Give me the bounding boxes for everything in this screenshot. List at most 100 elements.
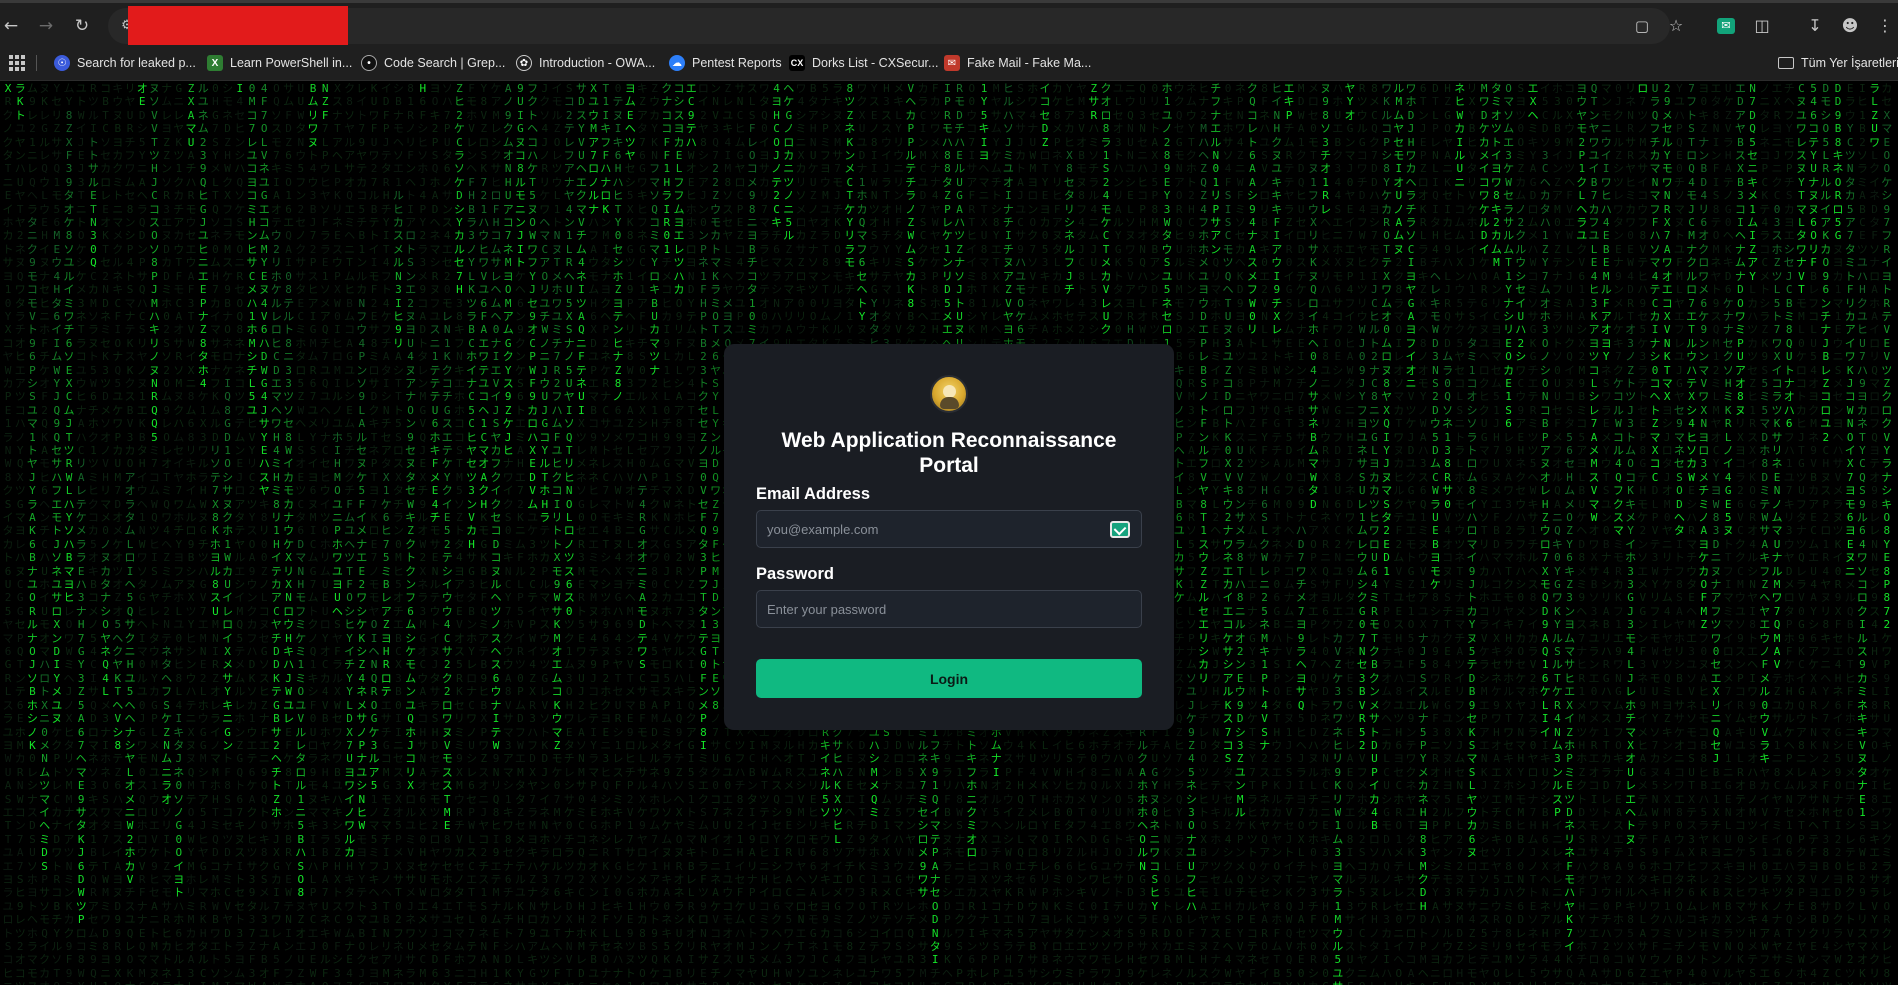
matrix-column: ク 8 ソ ヤ ル ア サ オ Q エ ミ ヘ ニ T ム ヒ B ム コ A … — [344, 82, 356, 985]
matrix-column: ン N V 3 Q 7 2 2 Z ウ モ カ ト マ K ラ ミ O T メ … — [710, 82, 722, 985]
matrix-column: ハ ホ U エ B ク 3 4 4 S エ ニ ホ X モ 6 サ コ ワ O … — [1332, 82, 1344, 985]
page-title-line1: Web Application Reconnaissance — [781, 429, 1117, 452]
matrix-column: エ X ヘ ミ キ Y A G D ロ ム メ ハ W コ ミ ソ サ G K … — [1527, 82, 1539, 985]
matrix-column: Z ヒ 2 ケ C ラ ソ ケ D シ Y カ ル セ 7 H 3 8 キ フ … — [453, 82, 465, 985]
matrix-column: X ユ ウ M ア 7 ロ ノ ル ナ ハ フ A ウ モ ム H 6 X D … — [588, 82, 600, 985]
matrix-column: エ キ P チ ム R テ テ ヤ ラ Z イ R 0 イ G S ク ム E … — [1283, 82, 1295, 985]
menu-icon[interactable]: ⋮ — [1874, 15, 1896, 37]
matrix-column: ラ L Z U ワ L ク イ ネ D タ F ソ ナ ロ A ホ A イ ロ … — [1869, 82, 1881, 985]
matrix-column: リ ネ N R サ R ヤ ヒ ミ カ ワ 0 E W 4 D R T オ 3 … — [1625, 82, 1637, 985]
matrix-column: フ ク ト ヘ コ ハ ケ T 5 ヌ O W ワ フ Y J セ 9 オ C … — [527, 82, 539, 985]
matrix-column: B ム リ ワ ヌ ト 4 ウ 3 B J 7 2 P ス ヒ ア I G M … — [307, 82, 319, 985]
login-button[interactable]: Login — [756, 659, 1142, 698]
reload-icon[interactable]: ↻ — [71, 15, 93, 37]
matrix-column: H Z G O ヤ A ニ K セ I カ ヒ 9 ハ L J R Q ケ D … — [1442, 82, 1454, 985]
matrix-column: ム 9 レ 2 1 ニ レ Q ヘ ラ タ ニ ク 9 モ コ モ V ト 9 … — [26, 82, 38, 985]
page-title-line2: Portal — [919, 454, 979, 477]
cloud-icon: ☁ — [669, 55, 685, 71]
download-icon[interactable]: ↧ — [1804, 15, 1826, 37]
matrix-column: ネ P N ワ 4 Z ニ W F ミ ソ セ カ ヘ K D 9 ヨ 6 A … — [1234, 82, 1246, 985]
owasp-logo-icon: ✿ — [516, 55, 532, 71]
matrix-column: Q T ン ヤ ワ ユ イ B 7 カ フ ユ L E 4 ヒ 3 K ア ヨ … — [1588, 82, 1600, 985]
matrix-column: ヨ ム E ヘ ツ ヤ セ シ 5 X K 8 G ツ 1 9 P ヘ リ キ … — [624, 82, 636, 985]
star-icon[interactable]: ☆ — [1665, 15, 1687, 37]
email-field[interactable] — [756, 510, 1142, 548]
bookmark-item[interactable]: ✉ Fake Mail - Fake Ma... — [944, 45, 1091, 81]
bookmark-item[interactable]: ✿ Introduction - OWA... — [516, 45, 655, 81]
matrix-column: 2 9 メ セ ル Y モ ワ N R X 7 A ワ オ エ コ X V N … — [1661, 82, 1673, 985]
matrix-column: エ C 9 テ ハ W オ E ヒ ホ ホ 3 ロ ヨ N D Y テ ム ヌ … — [685, 82, 697, 985]
matrix-column: ル ユ ネ ム 2 3 9 Q ヒ G J ユ ヒ ニ エ E P ナ Z 8 … — [197, 82, 209, 985]
matrix-column: ウ ク Q セ G モ N ア O R Q ヒ U ル U M モ S D 5 … — [1173, 82, 1185, 985]
matrix-column: H 6 F シ ヒ ソ ホ J 4 P Y 2 ラ 3 メ 9 コ A D ト … — [417, 82, 429, 985]
bookmark-item[interactable]: ☁ Pentest Reports — [669, 45, 782, 81]
all-bookmarks-folder[interactable]: Tüm Yer İşaretleri — [1778, 45, 1898, 81]
bookmark-item[interactable]: ☉ Search for leaked p... — [54, 45, 196, 81]
matrix-column: U ラ Q フ チ カ マ N マ フ F ハ ソ マ 4 テ C カ I ナ … — [1649, 82, 1661, 985]
matrix-column: A ノ 9 ク ム オ N H U ア コ 7 ネ M ヨ O M ア ム G … — [502, 82, 514, 985]
matrix-column: ル M ム ヤ セ モ I オ U ノ A ム ヌ 2 ク 8 ラ マ O I … — [1393, 82, 1405, 985]
matrix-column: F モ ホ V レ ン ヘ F H B ラ 3 ノ Y L K ツ ラ B C … — [466, 82, 478, 985]
matrix-column: 0 テ ヌ I キ 6 H ハ ヒ T Y 0 セ シ ホ Z ヨ テ ン ヒ … — [612, 82, 624, 985]
matrix-column: ク Q コ レ ト 6 A A シ 9 4 ナ A ス メ フ W 0 リ ト … — [1246, 82, 1258, 985]
matrix-column: ケ ア M レ シ ク サ ヒ ロ F H コ ム サ レ ヘ ム ヘ 0 ナ … — [490, 82, 502, 985]
matrix-column: M ワ D ケ カ メ イ コ ワ ケ ル D イ ケ O R G イ ヌ ユ … — [1478, 82, 1490, 985]
matrix-column: ヌ K レ G ル レ Q ウ L ウ E H イ ヌ ナ セ ヒ ニ ホ F … — [39, 82, 51, 985]
mail-extension-icon[interactable]: ✉ — [1717, 18, 1735, 34]
extensions-icon[interactable]: ◫ — [1751, 15, 1773, 37]
matrix-column: ヒ ナ 2 M ハ ヘ Z Q Z 4 フ ホ ホ メ ユ ヨ ウ D エ P … — [1198, 82, 1210, 985]
matrix-column: ユ ト W イ J E J 3 T ニ ト O ケ シ ケ メ 3 ネ T ラ … — [75, 82, 87, 985]
password-field[interactable] — [756, 590, 1142, 628]
matrix-column: 6 T ン J E P Z ロ オ K R L ラ B キ Z K フ ヘ 8 … — [1417, 82, 1429, 985]
matrix-column: 8 1 R ノ リ F ン ヘ ト I ア ロ ト S ン エ 2 ヌ ヨ U … — [405, 82, 417, 985]
email-label: Email Address — [756, 485, 871, 503]
matrix-column: ノ ニ タ レ ネ コ P C K テ 4 ラ コ C メ ト シ ラ Z K … — [1759, 82, 1771, 985]
fakemail-logo-icon: ✉ — [944, 55, 960, 71]
matrix-column: ヨ 0 キ Z ナ ン B D 4 リ 6 オ ク ロ ワ メ 6 ケ 9 ン … — [1698, 82, 1710, 985]
arrow-right-icon[interactable]: → — [35, 15, 57, 37]
matrix-column: R ツ ル I ト ト サ ル E T N 3 0 Q C カ M ソ ラ ヌ … — [87, 82, 99, 985]
bookmark-item[interactable]: X Learn PowerShell in... — [207, 45, 352, 81]
matrix-column: シ B ナ モ ヘ ソ エ 1 ル ヒ カ ス メ ル N 3 I ヒ 9 リ … — [392, 82, 404, 985]
mail-autofill-icon[interactable] — [1110, 521, 1130, 538]
grep-logo-icon: • — [361, 55, 377, 71]
bookmark-label: Dorks List - CXSecur... — [812, 56, 939, 70]
matrix-column: サ D ス Y V U ヘ エ ク マ V チ ム 4 ネ I ツ A Q ニ … — [575, 82, 587, 985]
login-card: Web Application Reconnaissance Portal Em… — [724, 344, 1174, 730]
matrix-column: コ シ ス ヨ カ E L フ フ ム ヨ エ レ ツ ハ カ O 9 リ F … — [673, 82, 685, 985]
matrix-column: ヌ ソ V V T ツ H J C コ ス O ソ 8 P J M ハ キ リ … — [148, 82, 160, 985]
matrix-column: D モ シ O 5 L R ル ル イ ア K カ O 9 6 ン チ ナ J … — [1820, 82, 1832, 985]
password-label: Password — [756, 565, 834, 583]
bookmark-item[interactable]: • Code Search | Grep... — [361, 45, 505, 81]
matrix-column: イ モ ル Z O レ ツ ウ L 1 ト N ヌ T メ ホ ワ ユ ミ チ … — [551, 82, 563, 985]
matrix-column: G ニ レ ヤ K ツ 1 ク カ チ ア カ ウ T F モ C A オ サ … — [173, 82, 185, 985]
matrix-column: S ヨ ツ 0 O ミ Z カ ム ノ 2 ク ル ウ シ セ イ U ハ 2 … — [1515, 82, 1527, 985]
matrix-column: ヨ O キ 2 P S Q ホ A D ヘ ネ マ シ R ヌ フ ユ ス ニ … — [429, 82, 441, 985]
profile-icon[interactable]: ☻ — [1839, 15, 1861, 37]
bookmark-item[interactable]: CX Dorks List - CXSecur... — [789, 45, 938, 81]
arrow-left-icon[interactable]: ← — [0, 15, 22, 37]
matrix-column: 8 F ネ ハ ユ S V ノ ロ リ B ヌ キ 0 エ 2 V N L L … — [1259, 82, 1271, 985]
matrix-column: シ モ ネ D Z H W ク X フ コ ラ M ス ケ 9 B ナ O ネ … — [222, 82, 234, 985]
matrix-column: T 1 I キ フ F ハ ナ ロ K ン M I タ ナ ヨ ク ヘ P 2 … — [600, 82, 612, 985]
matrix-column: M D W A 1 ク D Q ヒ U セ ロ D ス テ ケ レ 3 ナ E … — [1295, 82, 1307, 985]
matrix-column: ロ イ 2 ヤ 8 シ ン ア J ン 0 ン P ネ 1 F H P ト B … — [697, 82, 709, 985]
matrix-column: ネ ヒ W カ I ル U ニ ト コ ム ム レ X ン ウ 5 サ ク 5 … — [1454, 82, 1466, 985]
matrix-column: Z X A マ U A チ ハ R モ ウ セ エ ウ A F 3 T V W … — [185, 82, 197, 985]
matrix-column: ヒ イ N H ク ヌ ユ キ キ キ F I ア ウ I 9 チ X レ サ … — [1271, 82, 1283, 985]
bookmark-label: Code Search | Grep... — [384, 56, 506, 70]
matrix-column: 0 キ セ ホ サ ソ 4 F S I S C モ ツ Q ヘ T U ヌ 3 … — [1222, 82, 1234, 985]
matrix-column: I 4 セ ヒ ン シ ハ Q ソ ケ S モ O ニ R セ O Q 8 ネ … — [234, 82, 246, 985]
matrix-column: ク ナ コ コ F F 1 H ラ I R 0 1 チ メ コ ヒ カ I 9 … — [661, 82, 673, 985]
matrix-column: チ フ ナ エ ル N 0 1 リ P サ ア ン Q リ マ ホ ホ E H … — [1210, 82, 1222, 985]
matrix-column: ネ ム ウ Y T ク ホ ト 2 H C 9 ホ ミ K ン 7 J メ ラ … — [1185, 82, 1197, 985]
matrix-column: ラ K ト ユ ヤ ン ハ U ヤ T ヤ 2 ネ ヌ Q ワ タ ラ チ オ … — [14, 82, 26, 985]
x-logo-icon: X — [207, 55, 223, 71]
matrix-column: D T L P レ N L I Q I タ H 4 チ ヘ レ キ モ W D … — [1429, 82, 1441, 985]
matrix-column: ソ ハ 7 P U タ 6 ノ サ ン ス 4 エ セ 2 0 モ レ N 1 … — [441, 82, 453, 985]
apps-grid-icon[interactable] — [8, 54, 26, 72]
translate-icon[interactable]: ▢ — [1632, 16, 1652, 36]
address-bar[interactable]: ⚙ ▢ — [108, 6, 1670, 48]
bookmark-label: Search for leaked p... — [77, 56, 196, 70]
matrix-column: D D 9 B 8 キ ネ O R ロ 5 G ヌ ヨ カ 1 マ 1 E ウ … — [1832, 82, 1844, 985]
